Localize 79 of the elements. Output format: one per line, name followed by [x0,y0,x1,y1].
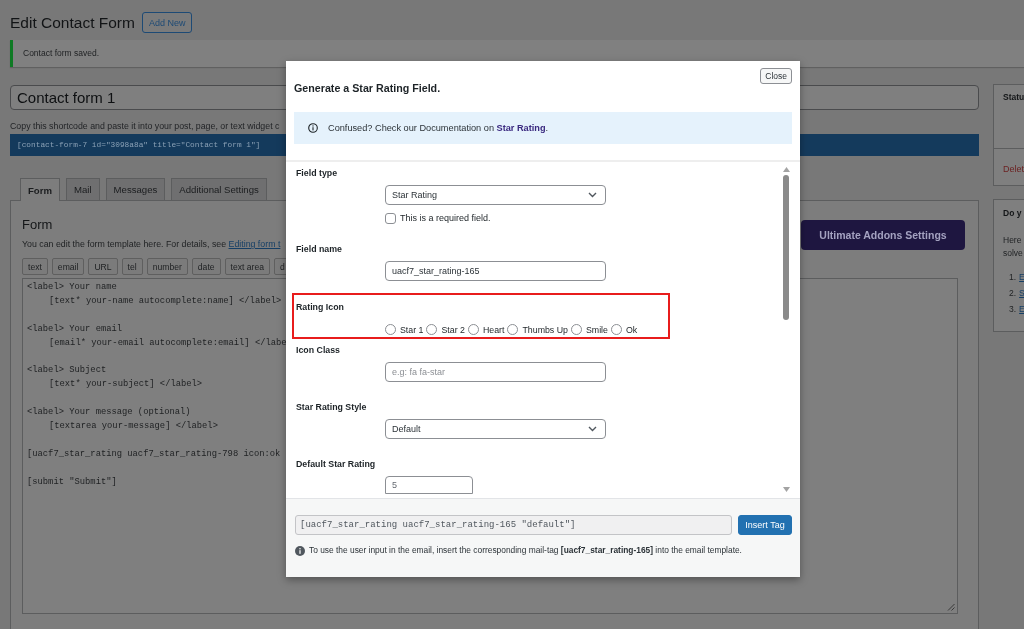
radio-label: Ok [625,324,638,335]
tag-button[interactable]: email [51,258,85,275]
help-text: Here [1003,234,1022,247]
scrollbar-thumb[interactable] [783,175,789,320]
tab[interactable]: Additional Settings [171,178,267,200]
mail-tag-note: To use the user input in the email, insert the corresponding mail-tag [uacf7_star_rating-165] into the email template. [309,545,742,556]
checkbox-label: This is a required field. [400,213,491,223]
info-icon [295,545,305,556]
help-link[interactable]: E [1019,301,1024,317]
checkbox[interactable] [385,212,396,224]
tag-button[interactable]: number [146,258,188,275]
code-line: [submit "Submit"] [27,475,117,489]
page-title: Edit Contact Form [10,13,135,33]
radio-label: Star 1 [400,324,424,335]
tab[interactable]: Mail [66,178,100,200]
shortcode-hint: Copy this shortcode and paste it into your post, page, or text widget c [10,121,280,132]
help-link[interactable]: E [1019,269,1024,285]
info-icon [308,123,318,133]
list-number: 2. [1009,287,1017,300]
radio-button[interactable] [610,324,622,335]
field-label: Rating Icon [296,302,344,313]
tab[interactable]: Messages [105,178,166,200]
delete-link[interactable]: Delet [1003,164,1024,174]
code-line: [text* your-name autocomplete:name] </label> [49,294,282,308]
code-line: [text* your-subject] </label> [49,378,203,392]
radio-button[interactable] [570,324,582,335]
field-label: Field type [296,168,338,179]
help-link[interactable]: S [1019,285,1024,301]
text-input[interactable]: e.g: fa fa-star [385,362,606,382]
tag-button[interactable]: URL [88,258,118,275]
text-input[interactable]: uacf7_star_rating-165 [385,261,606,281]
code-line: <label> Your message (optional) [27,406,191,420]
panel-title: Do y [1003,208,1022,219]
modal-title: Generate a Star Rating Field. [294,82,441,95]
radio-label: Heart [482,324,505,335]
insert-tag-button[interactable]: Insert Tag [738,515,792,535]
add-new-button[interactable]: Add New [141,12,193,33]
field-label: Star Rating Style [296,402,367,413]
select-dropdown[interactable]: Default [385,419,606,439]
chevron-down-icon [588,192,597,198]
chevron-down-icon [588,426,597,432]
panel-title: Statu [1003,92,1024,103]
docs-link[interactable]: Editing form t [228,239,281,249]
panel-description: You can edit the form template here. For details, see Editing form t [22,239,281,250]
close-button[interactable]: Close [760,68,792,84]
field-label: Default Star Rating [296,459,376,470]
radio-label: Thumbs Up [522,324,568,335]
list-number: 3. [1009,303,1017,316]
select-dropdown[interactable]: Star Rating [385,185,606,205]
list-number: 1. [1009,271,1017,284]
resize-handle-icon[interactable] [947,603,955,611]
tag-button[interactable]: date [191,258,221,275]
info-text: Confused? Check our Documentation on Star Rating. [328,123,549,133]
code-line: <label> Subject [27,364,107,378]
help-text: solve [1003,247,1023,260]
radio-button[interactable] [426,324,438,335]
field-label: Icon Class [296,345,340,356]
radio-button[interactable] [467,324,479,335]
code-line: <label> Your email [27,322,123,336]
radio-label: Star 2 [441,324,465,335]
radio-button[interactable] [507,324,519,335]
code-line: [uacf7_star_rating uacf7_star_rating-798 icon:ok [27,447,281,461]
radio-button[interactable] [385,324,396,335]
code-line: [textarea your-message] </label> [49,420,218,433]
tag-code-field[interactable]: [uacf7_star_rating uacf7_star_rating-165 "default"] [295,515,732,535]
tag-button[interactable]: text area [224,258,270,275]
radio-label: Smile [585,324,608,335]
tag-button[interactable]: text [22,258,48,275]
addons-settings-button[interactable]: Ultimate Addons Settings [801,220,965,250]
tab[interactable]: Form [20,178,60,201]
documentation-link[interactable]: Star Rating [496,123,546,133]
field-label: Field name [296,244,342,255]
scroll-down-icon[interactable] [782,487,790,492]
number-input[interactable]: 5 [385,476,473,494]
code-line: <label> Your name [27,281,117,294]
scroll-up-icon[interactable] [782,167,790,172]
panel-heading: Form [22,217,53,233]
code-line: [email* your-email autocomplete:email] </labe [49,336,287,350]
tag-button[interactable]: tel [121,258,143,275]
